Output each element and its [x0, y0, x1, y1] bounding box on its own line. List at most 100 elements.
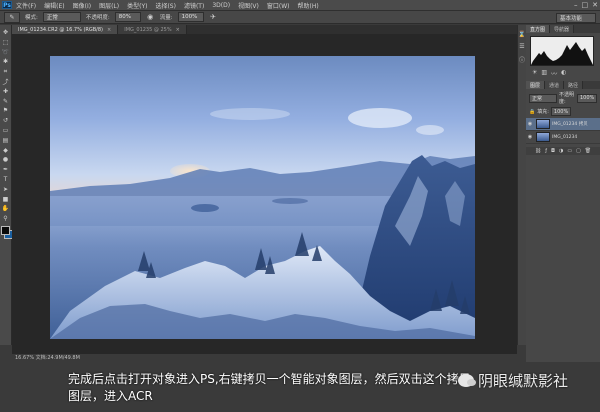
move-icon[interactable]: ✥ — [1, 28, 10, 37]
dodge-icon[interactable]: ● — [1, 155, 10, 164]
tab-label: IMG_01234.CR2 @ 16.7% (RGB/8) — [18, 26, 104, 33]
airbrush-icon[interactable]: ✈ — [209, 13, 218, 21]
histogram-graph — [530, 36, 594, 66]
levels-icon[interactable]: ▥ — [541, 69, 547, 78]
blur-icon[interactable]: ◆ — [1, 146, 10, 155]
workspace-select[interactable]: 基本功能 — [556, 13, 596, 23]
menu-view[interactable]: 视图(V) — [234, 1, 263, 10]
minimize-icon[interactable]: – — [574, 1, 578, 9]
mode-select[interactable]: 正常 — [42, 12, 81, 22]
mask-icon[interactable]: ◘ — [551, 148, 555, 154]
trash-icon[interactable]: 🗑 — [585, 148, 591, 154]
eyedropper-icon[interactable]: ⤴ — [1, 77, 10, 86]
visibility-eye-icon[interactable]: ◉ — [526, 121, 534, 127]
marquee-icon[interactable]: ⬚ — [1, 38, 10, 47]
tab-channels[interactable]: 通道 — [545, 81, 565, 89]
curves-icon[interactable]: 〰 — [551, 69, 557, 78]
tab-histogram[interactable]: 直方图 — [526, 25, 551, 33]
menu-filter[interactable]: 滤镜(T) — [180, 1, 208, 10]
layer-opacity-label: 不透明度: — [559, 92, 575, 105]
close-icon[interactable]: ✕ — [592, 1, 598, 9]
tab-document-1[interactable]: IMG_01234.CR2 @ 16.7% (RGB/8) × — [12, 25, 119, 34]
window-controls: – □ ✕ — [574, 1, 598, 9]
opacity-select[interactable]: 80% — [114, 12, 141, 22]
tab-close-icon[interactable]: × — [107, 27, 111, 33]
watermark: 阴眼缄默影社 — [458, 370, 568, 391]
adjustment-icon[interactable]: ◑ — [559, 148, 563, 154]
color-swatches[interactable] — [0, 225, 13, 239]
properties-panel-icon[interactable]: ☰ — [519, 43, 524, 50]
canvas-area[interactable] — [12, 34, 517, 354]
brush-preset-icon[interactable]: ✎ — [4, 11, 20, 23]
menu-3d[interactable]: 3D(D) — [208, 2, 234, 9]
blend-mode-select[interactable]: 正常 — [529, 93, 557, 103]
eraser-icon[interactable]: ▭ — [1, 126, 10, 135]
menu-image[interactable]: 图像(I) — [69, 1, 95, 10]
healing-icon[interactable]: ✚ — [1, 87, 10, 96]
tab-paths[interactable]: 路径 — [564, 81, 584, 89]
menu-edit[interactable]: 编辑(E) — [40, 1, 68, 10]
adjustment-shortcuts: ☀ ▥ 〰 ◐ — [532, 69, 594, 78]
tools-panel: ✥ ⬚ ➰ ✱ ⌗ ⤴ ✚ ✎ ⚑ ↺ ▭ ▤ ◆ ● ✒ T ➤ ■ ✋ ⚲ — [0, 25, 13, 345]
shape-icon[interactable]: ■ — [1, 195, 10, 204]
menu-help[interactable]: 帮助(H) — [294, 1, 323, 10]
fx-icon[interactable]: ƒ — [545, 148, 547, 154]
info-panel-icon[interactable]: ⓘ — [519, 55, 525, 64]
tab-navigator[interactable]: 导航器 — [550, 25, 575, 33]
pressure-opacity-icon[interactable]: ◉ — [146, 13, 155, 21]
zoom-icon[interactable]: ⚲ — [1, 214, 10, 223]
hand-icon[interactable]: ✋ — [1, 204, 10, 213]
history-panel-icon[interactable]: ⌛ — [518, 31, 525, 38]
tab-layers[interactable]: 图层 — [526, 81, 546, 89]
pen-icon[interactable]: ✒ — [1, 165, 10, 174]
visibility-eye-icon[interactable]: ◉ — [526, 134, 534, 140]
fill-value[interactable]: 100% — [550, 107, 572, 116]
path-select-icon[interactable]: ➤ — [1, 185, 10, 194]
opacity-label: 不透明度: — [85, 15, 110, 21]
brush-icon[interactable]: ✎ — [1, 97, 10, 106]
menu-select[interactable]: 选择(S) — [151, 1, 180, 10]
layer-thumbnail — [536, 132, 550, 142]
mountain-landscape — [50, 108, 475, 339]
tab-close-icon[interactable]: × — [176, 27, 180, 33]
fill-controls: 🔒 填充: 100% — [529, 107, 597, 116]
menu-type[interactable]: 类型(Y) — [123, 1, 151, 10]
foreground-color-swatch[interactable] — [0, 225, 10, 235]
document-tabs: IMG_01234.CR2 @ 16.7% (RGB/8) × IMG_0123… — [12, 25, 517, 34]
quick-select-icon[interactable]: ✱ — [1, 57, 10, 66]
tab-document-2[interactable]: IMG_01235 @ 25% × — [118, 25, 187, 34]
menu-window[interactable]: 窗口(W) — [263, 1, 294, 10]
panel-icon-strip: ⌛ ☰ ⓘ — [517, 25, 526, 345]
lasso-icon[interactable]: ➰ — [1, 48, 10, 57]
subtitle-line-2: 图层，进入ACR — [68, 389, 153, 403]
link-icon[interactable]: ⛓ — [535, 148, 541, 154]
gradient-icon[interactable]: ▤ — [1, 136, 10, 145]
crop-icon[interactable]: ⌗ — [1, 67, 10, 76]
type-icon[interactable]: T — [1, 175, 10, 184]
menu-file[interactable]: 文件(F) — [12, 1, 40, 10]
subtitle-line-1: 完成后点击打开对象进入PS,右键拷贝一个智能对象图层，然后双击这个拷贝 — [68, 372, 471, 386]
mode-label: 模式: — [25, 15, 38, 21]
status-bar: 16.67% 文档:24.9M/49.8M — [12, 354, 517, 361]
flow-label: 流量: — [159, 15, 173, 21]
menu-bar: Ps 文件(F) 编辑(E) 图像(I) 图层(L) 类型(Y) 选择(S) 滤… — [0, 0, 600, 11]
layer-row[interactable]: ◉ IMG_01234 拷贝 — [526, 118, 600, 131]
menu-layer[interactable]: 图层(L) — [95, 1, 123, 10]
document-image[interactable] — [50, 56, 475, 339]
history-brush-icon[interactable]: ↺ — [1, 116, 10, 125]
maximize-icon[interactable]: □ — [582, 1, 589, 9]
right-panels: 直方图 导航器 ☀ ▥ 〰 ◐ 图层 通道 路径 正常 不透明度: 100% 🔒… — [526, 25, 600, 365]
layer-opacity-value[interactable]: 100% — [577, 93, 597, 103]
brightness-icon[interactable]: ☀ — [532, 69, 537, 78]
new-layer-icon[interactable]: ▢ — [576, 148, 581, 154]
layer-name: IMG_01234 拷贝 — [552, 122, 588, 127]
layer-row[interactable]: ◉ IMG_01234 — [526, 131, 600, 144]
lock-icon[interactable]: 🔒 — [529, 109, 535, 115]
tab-label: IMG_01235 @ 25% — [124, 26, 172, 33]
histogram-curve — [531, 42, 593, 65]
clone-stamp-icon[interactable]: ⚑ — [1, 106, 10, 115]
photoshop-window: Ps 文件(F) 编辑(E) 图像(I) 图层(L) 类型(Y) 选择(S) 滤… — [0, 0, 600, 412]
exposure-icon[interactable]: ◐ — [561, 69, 566, 78]
flow-select[interactable]: 100% — [177, 12, 204, 22]
folder-icon[interactable]: ▭ — [567, 148, 572, 154]
